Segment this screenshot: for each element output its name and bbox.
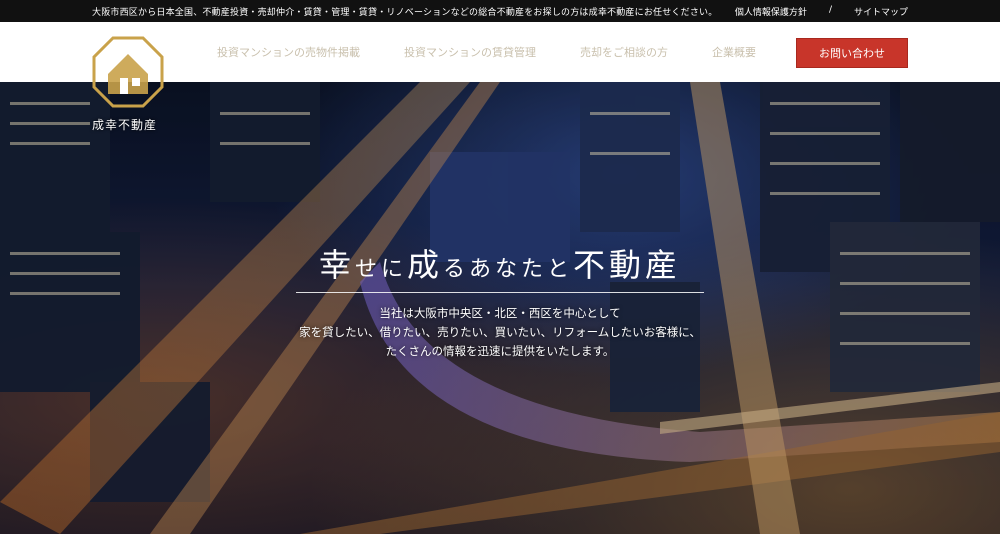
hero-title-part: せに [354, 257, 407, 282]
top-links: 個人情報保護方針 / サイトマップ [735, 5, 908, 18]
hero-title-part: 成 [406, 246, 443, 284]
nav-item-sell-consultation[interactable]: 売却をご相談の方 [580, 44, 668, 60]
hero-copy-line: 家を貸したい、借りたい、売りたい、買いたい、リフォームしたいお客様に、 [299, 325, 701, 339]
privacy-policy-link[interactable]: 個人情報保護方針 [735, 5, 807, 18]
top-link-separator: / [828, 4, 832, 15]
hero-title: 幸せに成るあなたと不動産 [290, 240, 710, 286]
nav-item-sale-listings[interactable]: 投資マンションの売物件掲載 [217, 44, 360, 60]
hero-copy-line: たくさんの情報を迅速に提供をいたします。 [385, 344, 615, 358]
logo-text: 成幸不動産 [92, 118, 158, 132]
hero-title-underline [296, 292, 704, 293]
site-logo[interactable]: 成幸不動産 [92, 36, 164, 132]
hero-title-part: 不動産 [573, 246, 682, 284]
top-message: 大阪市西区から日本全国、不動産投資・売却仲介・賃貸・管理・賃貸・リノベーションな… [92, 7, 718, 18]
house-octagon-logo-icon [92, 36, 164, 108]
main-nav: 投資マンションの売物件掲載 投資マンションの賃貸管理 売却をご相談の方 企業概要 [217, 22, 800, 82]
hero-title-part: るあなたと [443, 257, 574, 282]
contact-button[interactable]: お問い合わせ [796, 38, 908, 68]
nav-item-rental-management[interactable]: 投資マンションの賃貸管理 [404, 44, 536, 60]
hero-copy: 当社は大阪市中央区・北区・西区を中心として 家を貸したい、借りたい、売りたい、買… [270, 304, 730, 361]
nav-item-company-overview[interactable]: 企業概要 [712, 44, 756, 60]
top-info-bar: 大阪市西区から日本全国、不動産投資・売却仲介・賃貸・管理・賃貸・リノベーションな… [0, 0, 1000, 22]
hero-section: 幸せに成るあなたと不動産 当社は大阪市中央区・北区・西区を中心として 家を貸した… [0, 82, 1000, 534]
hero-copy-line: 当社は大阪市中央区・北区・西区を中心として [379, 306, 621, 320]
hero-title-part: 幸 [318, 246, 355, 284]
sitemap-link[interactable]: サイトマップ [854, 5, 908, 18]
